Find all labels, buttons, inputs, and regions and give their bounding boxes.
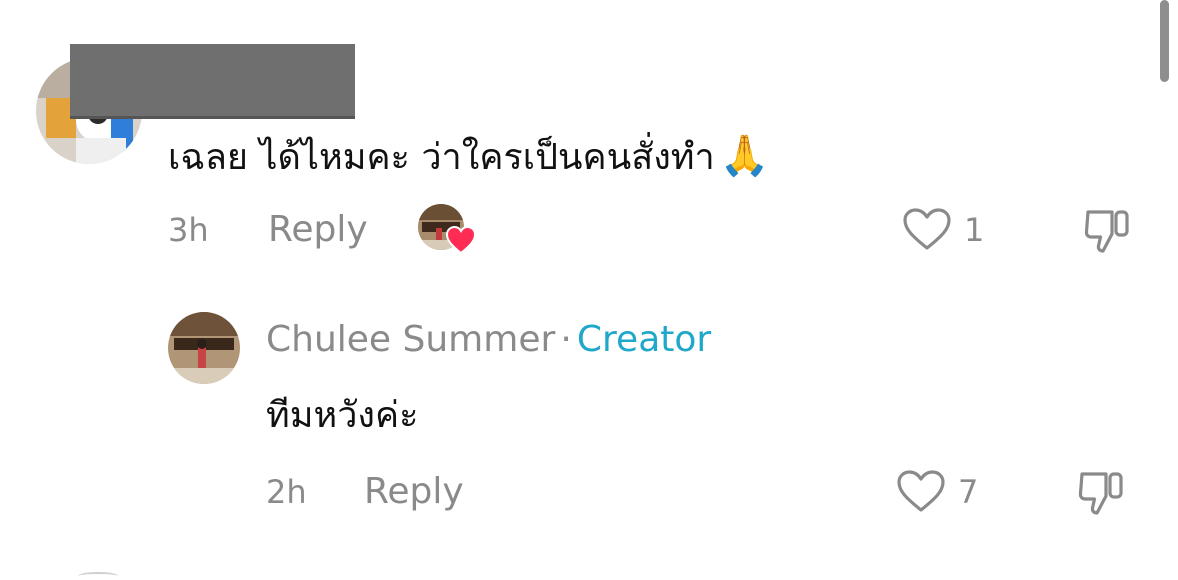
reply-dislike-icon[interactable] — [1076, 468, 1126, 518]
name-separator: · — [560, 319, 572, 360]
reply-like-count: 7 — [958, 473, 979, 511]
comment-text: เฉลย ได้ไหมคะ ว่าใครเป็นคนสั่งทำ — [168, 137, 715, 178]
scrollbar[interactable] — [1160, 0, 1169, 82]
next-avatar-edge — [78, 572, 118, 580]
reply-button[interactable]: Reply — [268, 210, 368, 250]
like-heart-icon[interactable] — [902, 207, 952, 251]
like-count: 1 — [964, 211, 985, 249]
comment-time: 3h — [168, 211, 209, 249]
reply-like-heart-icon[interactable] — [896, 469, 946, 513]
reply-time: 2h — [266, 473, 307, 511]
heart-badge-icon — [446, 226, 476, 254]
reply-author-name[interactable]: Chulee Summer — [266, 319, 555, 360]
reply-reply-button[interactable]: Reply — [364, 472, 464, 512]
reply-header: Chulee Summer · Creator — [266, 320, 711, 360]
creator-badge: Creator — [576, 319, 712, 360]
redacted-username — [70, 44, 355, 116]
praying-hands-emoji: 🙏 — [719, 133, 770, 179]
creator-avatar[interactable] — [168, 312, 240, 384]
creator-liked-indicator — [418, 204, 478, 256]
comment-body: เฉลย ได้ไหมคะ ว่าใครเป็นคนสั่งทำ 🙏 — [168, 136, 770, 178]
reply-text: ทีมหวังค่ะ — [266, 395, 419, 436]
dislike-icon[interactable] — [1082, 206, 1132, 256]
